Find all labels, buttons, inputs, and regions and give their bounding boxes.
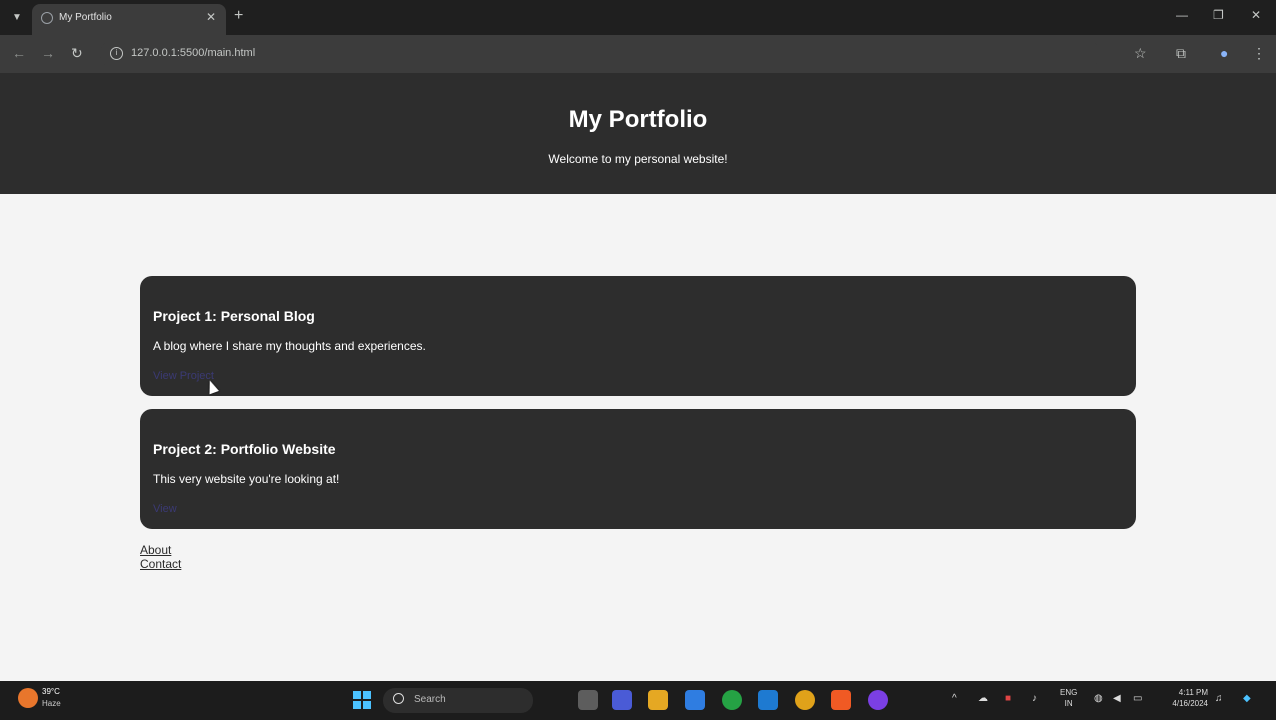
new-tab-icon[interactable]: + <box>234 7 243 25</box>
language-indicator[interactable]: ENG IN <box>1060 687 1077 709</box>
clock-time: 4:11 PM <box>1178 688 1208 697</box>
search-placeholder: Search <box>414 694 446 705</box>
browser-toolbar: ← → ↻ i 127.0.0.1:5500/main.html ☆ ⧉ ● ⋮ <box>0 35 1276 73</box>
address-bar[interactable]: i 127.0.0.1:5500/main.html <box>100 40 1100 68</box>
security-icon[interactable]: ■ <box>1005 693 1011 704</box>
task-view-icon[interactable] <box>578 690 598 710</box>
search-icon <box>393 693 404 704</box>
region-code: IN <box>1064 699 1073 708</box>
brave-icon[interactable] <box>831 690 851 710</box>
contact-link[interactable]: Contact <box>140 557 181 571</box>
bookmark-star-icon[interactable]: ☆ <box>1134 45 1147 62</box>
weather-temperature: 39°C <box>42 687 60 696</box>
windows-start-icon[interactable] <box>353 691 371 709</box>
forward-icon[interactable]: → <box>41 45 55 61</box>
clock-date: 4/16/2024 <box>1172 699 1208 708</box>
teams-icon[interactable] <box>612 690 632 710</box>
site-info-icon[interactable]: i <box>110 47 123 60</box>
site-header: My Portfolio Welcome to my personal webs… <box>0 73 1276 194</box>
project-link[interactable]: View <box>153 503 177 515</box>
tab-title: My Portfolio <box>59 12 112 23</box>
taskbar-search[interactable]: Search <box>383 688 533 713</box>
close-window-icon[interactable]: ✕ <box>1251 8 1261 22</box>
extensions-icon[interactable]: ⧉ <box>1176 45 1186 62</box>
browser-tab-bar: ▼ My Portfolio ✕ + — ❐ ✕ <box>0 0 1276 35</box>
project-description: This very website you're looking at! <box>153 472 340 486</box>
language-code: ENG <box>1060 688 1078 697</box>
weather-condition: Haze <box>42 699 61 708</box>
reload-icon[interactable]: ↻ <box>71 45 83 62</box>
profile-icon[interactable]: ● <box>1220 45 1228 61</box>
site-title: My Portfolio <box>568 106 708 133</box>
notification-bell-icon[interactable]: ♫ <box>1215 693 1223 704</box>
project-card: Project 1: Personal Blog A blog where I … <box>140 276 1136 396</box>
volume-icon[interactable]: ◀ <box>1113 693 1121 704</box>
store-icon[interactable] <box>685 690 705 710</box>
clock[interactable]: 4:11 PM 4/16/2024 <box>1162 687 1208 709</box>
tray-overflow-icon[interactable]: ^ <box>952 693 957 704</box>
menu-kebab-icon[interactable]: ⋮ <box>1252 45 1266 62</box>
taskbar: 39°C Haze Search ^ ☁ ■ ♪ ENG IN ◍ ◀ ▭ 4:… <box>0 681 1276 720</box>
network-icon[interactable]: ◍ <box>1094 693 1103 704</box>
copilot-icon[interactable]: ◆ <box>1243 693 1251 704</box>
globe-icon <box>41 12 53 24</box>
back-icon[interactable]: ← <box>12 45 26 61</box>
battery-icon[interactable]: ▭ <box>1133 693 1142 704</box>
whatsapp-icon[interactable] <box>722 690 742 710</box>
tab-search-icon[interactable]: ▼ <box>8 9 26 27</box>
project-card: Project 2: Portfolio Website This very w… <box>140 409 1136 529</box>
about-link[interactable]: About <box>140 543 181 557</box>
footer-links: About Contact <box>140 543 181 571</box>
browser-tab[interactable]: My Portfolio ✕ <box>32 4 226 35</box>
microphone-icon[interactable]: ♪ <box>1032 693 1037 704</box>
project-description: A blog where I share my thoughts and exp… <box>153 339 426 353</box>
weather-icon[interactable] <box>18 688 38 708</box>
project-title: Project 2: Portfolio Website <box>153 441 336 457</box>
web-page: My Portfolio Welcome to my personal webs… <box>0 73 1276 681</box>
onedrive-icon[interactable]: ☁ <box>978 693 988 704</box>
minimize-icon[interactable]: — <box>1176 8 1188 22</box>
app-icon[interactable] <box>868 690 888 710</box>
restore-icon[interactable]: ❐ <box>1213 8 1224 22</box>
vscode-icon[interactable] <box>758 690 778 710</box>
site-subtitle: Welcome to my personal website! <box>548 152 728 166</box>
url-text[interactable]: 127.0.0.1:5500/main.html <box>131 47 255 59</box>
chrome-icon[interactable] <box>795 690 815 710</box>
project-title: Project 1: Personal Blog <box>153 308 315 324</box>
close-tab-icon[interactable]: ✕ <box>206 10 216 24</box>
project-link[interactable]: View Project <box>153 370 214 382</box>
file-explorer-icon[interactable] <box>648 690 668 710</box>
